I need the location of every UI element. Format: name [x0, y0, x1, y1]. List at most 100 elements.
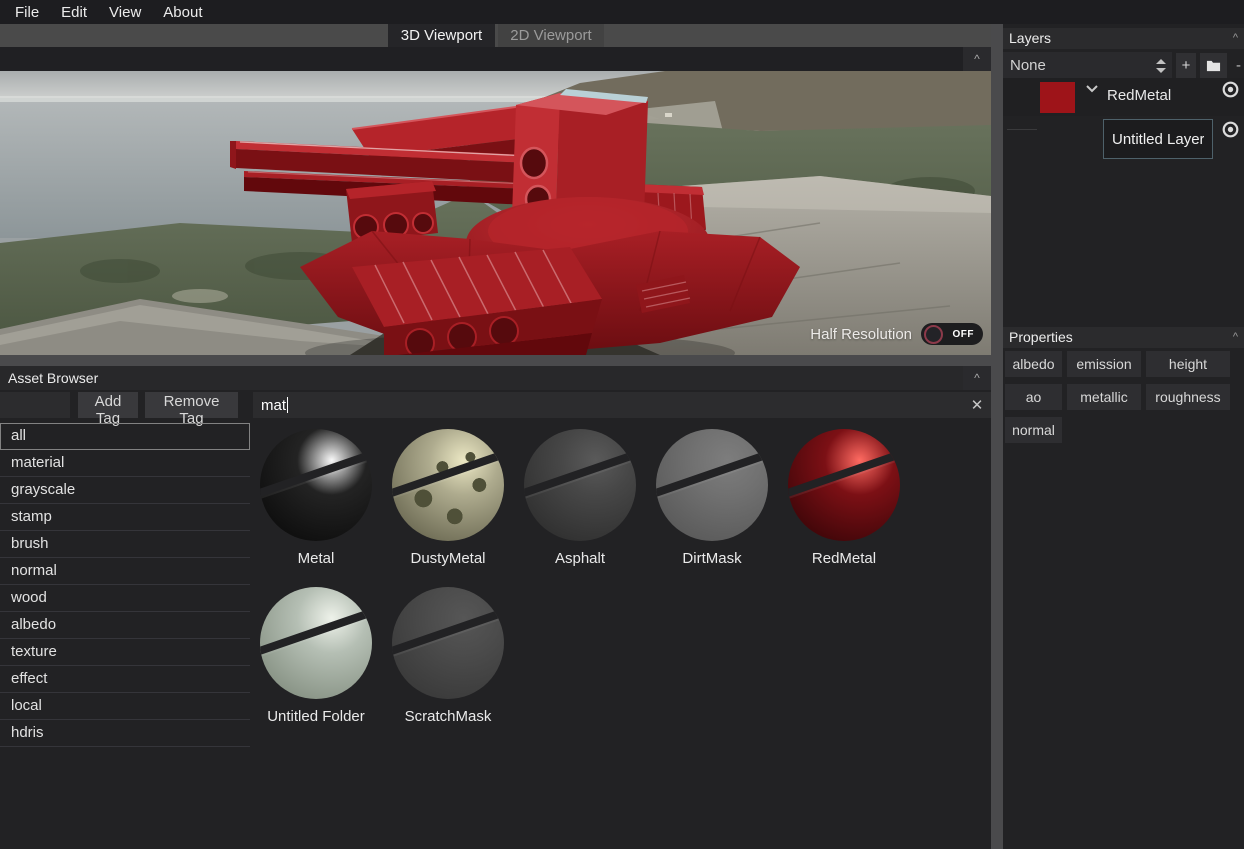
rendered-scene: [0, 71, 991, 355]
asset-name: ScratchMask: [404, 708, 492, 725]
material-preview-sphere: [656, 429, 768, 541]
visibility-eye-icon[interactable]: [1221, 120, 1240, 139]
tag-item-grayscale[interactable]: grayscale: [0, 477, 250, 504]
material-preview-sphere: [260, 429, 372, 541]
clear-search-icon[interactable]: ✕: [963, 392, 991, 418]
channel-buttons: albedo emission height ao metallic roughness n…: [1005, 351, 1233, 443]
chevron-down-icon[interactable]: [1085, 84, 1099, 93]
collapse-layers-icon[interactable]: ^: [1233, 28, 1238, 49]
tag-item-all[interactable]: all: [0, 423, 250, 450]
sphere-cut-line: [392, 446, 504, 501]
channel-button-height[interactable]: height: [1146, 351, 1230, 377]
channel-button-albedo[interactable]: albedo: [1005, 351, 1062, 377]
tag-item-brush[interactable]: brush: [0, 531, 250, 558]
channel-button-emission[interactable]: emission: [1067, 351, 1141, 377]
layer-mask-dropdown[interactable]: None: [1003, 52, 1172, 79]
half-resolution-label: Half Resolution: [810, 325, 912, 343]
half-resolution-toggle[interactable]: OFF: [921, 323, 983, 345]
vertical-splitter[interactable]: [991, 24, 1003, 849]
tag-item-stamp[interactable]: stamp: [0, 504, 250, 531]
sphere-cut-line: [392, 604, 504, 659]
tag-name-input[interactable]: [0, 392, 70, 418]
menu-view[interactable]: View: [100, 4, 150, 21]
asset-tile-dirtmask[interactable]: DirtMask: [646, 424, 778, 582]
tag-item-albedo[interactable]: albedo: [0, 612, 250, 639]
layer-row-redmetal[interactable]: RedMetal: [1003, 78, 1244, 116]
layer-thumbnail[interactable]: [1040, 82, 1075, 113]
asset-name: DustyMetal: [410, 550, 486, 567]
layer-row-untitled[interactable]: [1003, 116, 1244, 164]
updown-arrows-icon: [1156, 58, 1166, 73]
half-resolution-control: Half Resolution OFF: [810, 323, 983, 345]
collapse-asset-browser-icon[interactable]: ^: [963, 366, 991, 390]
material-preview-sphere: [524, 429, 636, 541]
asset-tile-metal[interactable]: Metal: [250, 424, 382, 582]
new-folder-button[interactable]: [1200, 53, 1227, 78]
text-caret: [287, 397, 289, 413]
folder-icon: [1206, 60, 1221, 72]
asset-tile-scratchmask[interactable]: ScratchMask: [382, 582, 514, 740]
asset-tile-asphalt[interactable]: Asphalt: [514, 424, 646, 582]
asset-tile-dustymetal[interactable]: DustyMetal: [382, 424, 514, 582]
channel-button-roughness[interactable]: roughness: [1146, 384, 1230, 410]
collapse-viewport-icon[interactable]: ^: [963, 47, 991, 71]
material-preview-sphere: [392, 587, 504, 699]
layers-title: Layers: [1009, 30, 1052, 46]
asset-browser-header: Asset Browser ^: [0, 366, 991, 390]
asset-tile-redmetal[interactable]: RedMetal: [778, 424, 910, 582]
menu-edit[interactable]: Edit: [52, 4, 96, 21]
asset-name: Asphalt: [554, 550, 606, 567]
tree-indent-line: [1007, 129, 1037, 130]
tag-list: all material grayscale stamp brush normal wood…: [0, 423, 250, 747]
material-preview-sphere: [392, 429, 504, 541]
material-preview-sphere: [260, 587, 372, 699]
tag-item-hdris[interactable]: hdris: [0, 720, 250, 747]
tag-item-local[interactable]: local: [0, 693, 250, 720]
visibility-eye-icon[interactable]: [1221, 80, 1240, 99]
channel-button-metallic[interactable]: metallic: [1067, 384, 1141, 410]
application-window: File Edit View About 3D Viewport 2D Viewpor…: [0, 0, 1244, 849]
menu-about[interactable]: About: [154, 4, 211, 21]
asset-name: Untitled Folder: [267, 708, 365, 725]
material-preview-sphere: [788, 429, 900, 541]
tab-2d-viewport[interactable]: 2D Viewport: [498, 24, 604, 47]
tag-item-wood[interactable]: wood: [0, 585, 250, 612]
add-tag-button[interactable]: Add Tag: [78, 392, 138, 427]
sphere-cut-line: [656, 446, 768, 501]
remove-layer-button[interactable]: -: [1233, 53, 1244, 78]
viewport-header: ^: [0, 47, 991, 71]
tag-item-normal[interactable]: normal: [0, 558, 250, 585]
asset-grid: Metal DustyMetal Asphalt DirtMask RedMetal Un…: [250, 424, 915, 740]
properties-panel-header: Properties ^: [1003, 327, 1244, 348]
right-panel: Layers ^ None + - RedMetal Untitled Laye…: [1003, 24, 1244, 849]
tag-item-material[interactable]: material: [0, 450, 250, 477]
remove-tag-button[interactable]: Remove Tag: [145, 392, 238, 427]
asset-name: Metal: [297, 550, 335, 567]
toggle-knob-icon: [924, 324, 943, 344]
tag-item-texture[interactable]: texture: [0, 639, 250, 666]
channel-button-ao[interactable]: ao: [1005, 384, 1062, 410]
asset-browser-toolbar: Add Tag Remove Tag mat ✕: [0, 392, 991, 427]
horizontal-splitter[interactable]: [0, 355, 991, 366]
menu-file[interactable]: File: [6, 4, 48, 21]
search-value: mat: [261, 396, 287, 414]
sphere-cut-line: [788, 446, 900, 501]
asset-browser-title: Asset Browser: [8, 370, 99, 386]
asset-tile-untitled-folder[interactable]: Untitled Folder: [250, 582, 382, 740]
tag-item-effect[interactable]: effect: [0, 666, 250, 693]
asset-name: DirtMask: [682, 550, 742, 567]
channel-button-normal[interactable]: normal: [1005, 417, 1062, 443]
main-column: 3D Viewport 2D Viewport ^ Half Resolutio…: [0, 24, 991, 849]
sphere-cut-line: [524, 446, 636, 501]
search-input[interactable]: mat ✕: [253, 392, 991, 418]
layer-name: RedMetal: [1107, 87, 1172, 104]
tab-3d-viewport[interactable]: 3D Viewport: [388, 24, 495, 47]
add-layer-button[interactable]: +: [1176, 53, 1196, 78]
layers-panel-header: Layers ^: [1003, 28, 1244, 49]
menu-bar: File Edit View About: [0, 0, 1244, 24]
layer-rename-input[interactable]: [1103, 119, 1213, 159]
toggle-state-label: OFF: [952, 328, 974, 340]
3d-viewport-canvas[interactable]: Half Resolution OFF: [0, 71, 991, 355]
asset-browser-panel: Asset Browser ^ Add Tag Remove Tag mat ✕…: [0, 366, 991, 849]
collapse-properties-icon[interactable]: ^: [1233, 327, 1238, 348]
